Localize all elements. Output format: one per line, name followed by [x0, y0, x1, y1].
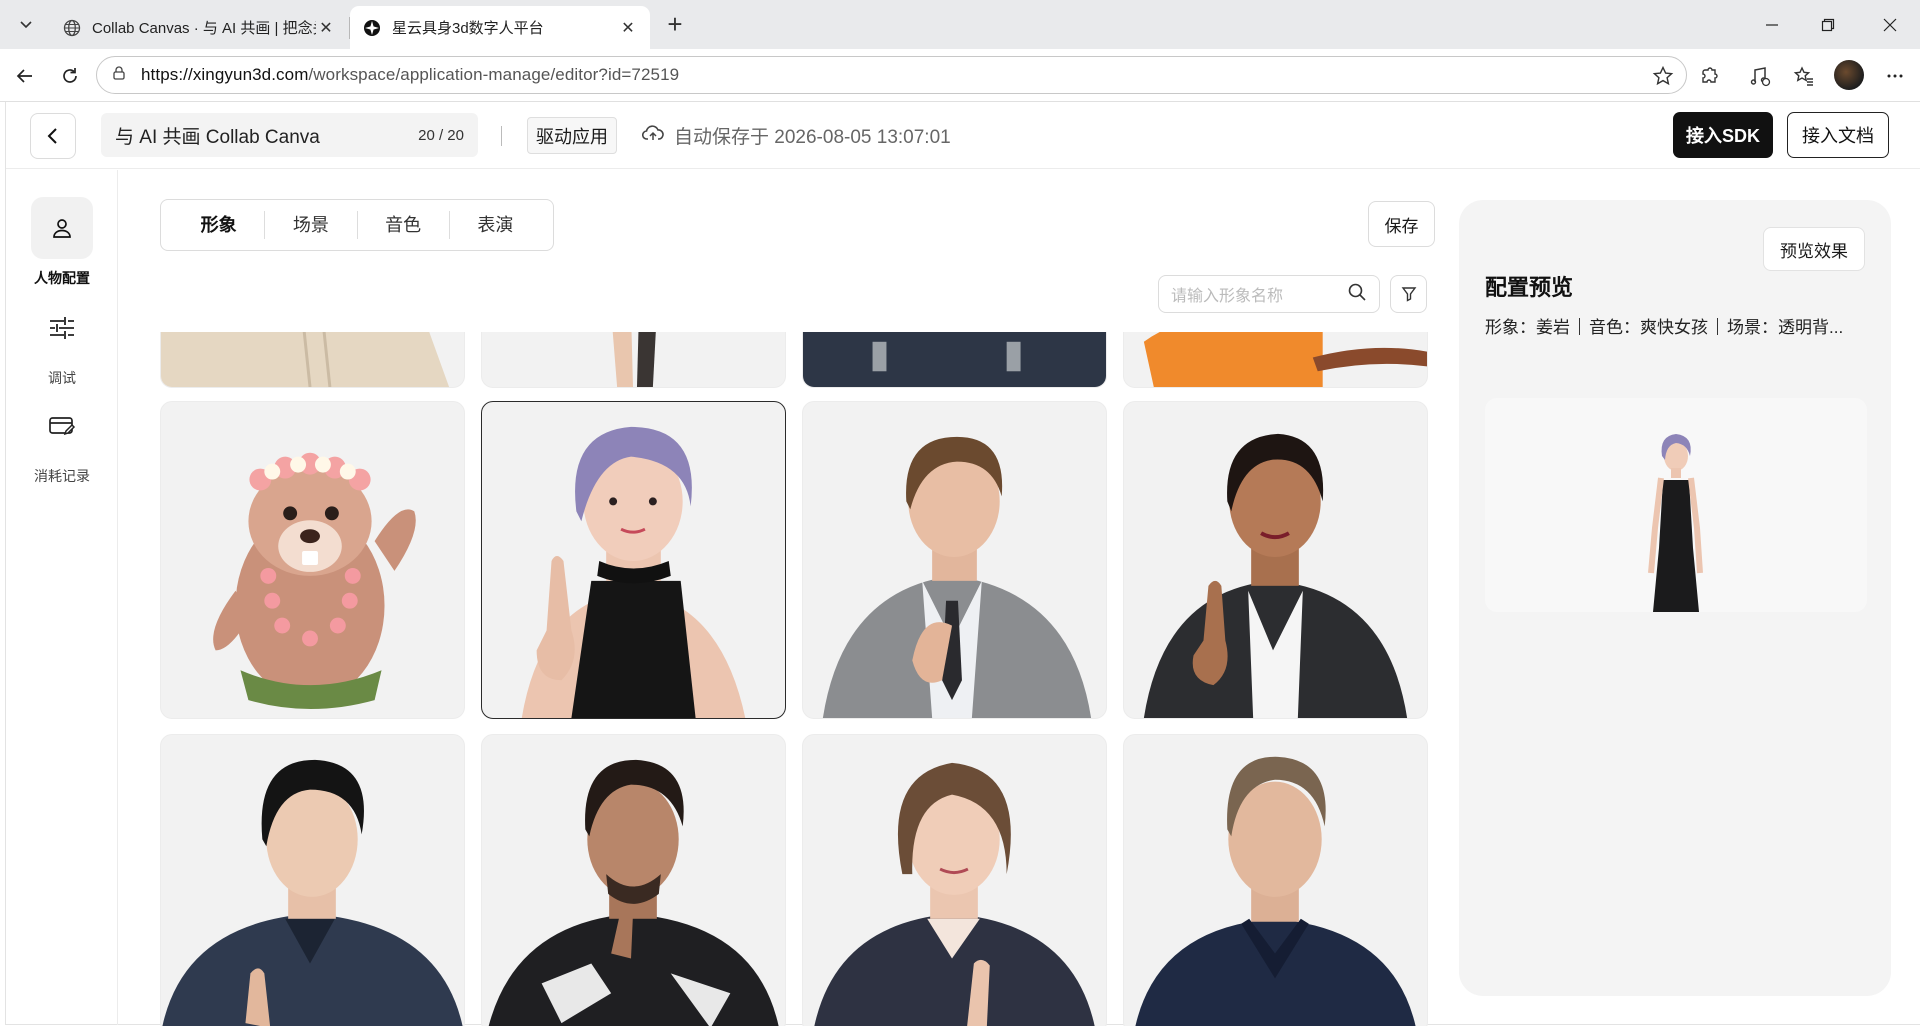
autosave-status: 自动保存于 2026-08-05 13:07:01: [641, 122, 951, 149]
close-window-icon[interactable]: [1862, 0, 1918, 49]
avatar-card-jiangyan[interactable]: [481, 401, 786, 719]
left-nav-rail: 人物配置 调试 消耗记录: [6, 170, 118, 1025]
drive-app-button[interactable]: 驱动应用: [527, 117, 617, 154]
filter-funnel-icon: [1401, 287, 1416, 302]
avatar-card[interactable]: [1123, 401, 1428, 719]
sliders-icon: [31, 297, 93, 359]
app-name-field[interactable]: 与 AI 共画 Collab Canva 20 / 20: [101, 113, 478, 157]
preview-summary: 形象：姜岩 音色：爽快女孩 场景：透明背...: [1485, 313, 1843, 338]
favorites-list-icon[interactable]: [1788, 60, 1820, 92]
back-arrow-icon[interactable]: [9, 60, 41, 92]
card-edit-icon: [31, 395, 93, 457]
avatar-card[interactable]: [481, 734, 786, 1026]
search-placeholder: 请输入形象名称: [1171, 288, 1284, 305]
rail-item-character-config[interactable]: 人物配置: [6, 197, 118, 288]
restore-icon[interactable]: [1800, 0, 1856, 49]
browser-tab-xingyun[interactable]: 星云具身3d数字人平台 ✕: [350, 6, 650, 49]
autosave-text: 自动保存于 2026-08-05 13:07:01: [674, 127, 951, 148]
preview-scene-label: 场景：透明背...: [1727, 318, 1844, 337]
char-count: 20 / 20: [418, 126, 464, 144]
browser-tab-bar: Collab Canvas · 与 AI 共画 | 把念头 ✕ 星云具身3d数字…: [0, 0, 1920, 49]
avatar-card[interactable]: [1123, 332, 1428, 388]
globe-icon: [62, 18, 82, 38]
tab-list-chevron-icon[interactable]: [10, 8, 42, 40]
app-name-value: 与 AI 共画 Collab Canva: [115, 126, 320, 148]
reload-icon[interactable]: [54, 60, 86, 92]
more-menu-icon[interactable]: [1879, 60, 1911, 92]
close-tab-icon[interactable]: ✕: [618, 18, 638, 38]
close-tab-icon[interactable]: ✕: [316, 18, 336, 38]
browser-tab-collab[interactable]: Collab Canvas · 与 AI 共画 | 把念头 ✕: [50, 6, 348, 49]
search-icon[interactable]: [1347, 282, 1367, 307]
profile-avatar[interactable]: [1834, 60, 1864, 90]
url-field[interactable]: https://xingyun3d.com/workspace/applicat…: [96, 56, 1687, 94]
filter-button[interactable]: [1390, 275, 1427, 313]
save-button[interactable]: 保存: [1368, 201, 1435, 247]
favorite-star-icon[interactable]: [1652, 65, 1674, 92]
rail-item-debug[interactable]: 调试: [6, 297, 118, 388]
connect-docs-button[interactable]: 接入文档: [1787, 112, 1889, 158]
preview-stage: [1485, 398, 1867, 612]
avatar-grid: [160, 332, 1430, 1026]
avatar-search-input[interactable]: 请输入形象名称: [1158, 275, 1380, 313]
avatar-card[interactable]: [481, 332, 786, 388]
tab-avatar[interactable]: 形象: [173, 211, 264, 239]
new-tab-plus-icon[interactable]: +: [660, 10, 690, 40]
avatar-card-beaver[interactable]: [160, 401, 465, 719]
preview-avatar-label: 形象：姜岩: [1485, 318, 1570, 337]
chevron-left-icon: [47, 128, 57, 144]
cloud-sync-icon: [641, 124, 664, 148]
avatar-card[interactable]: [1123, 734, 1428, 1026]
media-control-icon[interactable]: [1744, 60, 1776, 92]
tab-title: 星云具身3d数字人平台: [392, 20, 544, 37]
preview-avatar-figure: [1648, 434, 1703, 612]
person-icon: [31, 197, 93, 259]
xingyun-logo-icon: [362, 18, 382, 38]
tab-title: Collab Canvas · 与 AI 共画 | 把念头: [92, 20, 316, 37]
rail-label: 消耗记录: [34, 468, 90, 484]
preview-voice-label: 音色：爽快女孩: [1589, 318, 1708, 337]
avatar-card[interactable]: [160, 734, 465, 1026]
minimize-icon[interactable]: [1744, 0, 1800, 49]
config-tabs: 形象 场景 音色 表演: [160, 199, 554, 251]
rail-label: 人物配置: [34, 270, 90, 286]
app-root: 与 AI 共画 Collab Canva 20 / 20 驱动应用 自动保存于 …: [5, 102, 1920, 1026]
divider: [1579, 318, 1580, 335]
avatar-card[interactable]: [160, 332, 465, 388]
rail-item-consumption[interactable]: 消耗记录: [6, 395, 118, 486]
extensions-puzzle-icon[interactable]: [1693, 60, 1725, 92]
site-info-lock-icon[interactable]: [111, 65, 127, 86]
tab-performance[interactable]: 表演: [448, 211, 541, 239]
divider: [1717, 318, 1718, 335]
editor-header: 与 AI 共画 Collab Canva 20 / 20 驱动应用 自动保存于 …: [6, 102, 1920, 169]
back-button[interactable]: [30, 113, 76, 159]
config-preview-panel: 预览效果 配置预览 形象：姜岩 音色：爽快女孩 场景：透明背...: [1459, 200, 1891, 996]
avatar-card[interactable]: [802, 734, 1107, 1026]
preview-effect-button[interactable]: 预览效果: [1763, 227, 1865, 271]
tab-voice[interactable]: 音色: [356, 211, 449, 239]
preview-title: 配置预览: [1485, 275, 1574, 300]
tab-scene[interactable]: 场景: [264, 211, 356, 239]
connect-sdk-button[interactable]: 接入SDK: [1673, 112, 1773, 158]
avatar-card[interactable]: [802, 332, 1107, 388]
browser-address-bar: https://xingyun3d.com/workspace/applicat…: [0, 49, 1920, 102]
avatar-card[interactable]: [802, 401, 1107, 719]
header-divider: [501, 126, 502, 146]
url-text: https://xingyun3d.com/workspace/applicat…: [141, 65, 680, 84]
rail-label: 调试: [48, 370, 76, 386]
